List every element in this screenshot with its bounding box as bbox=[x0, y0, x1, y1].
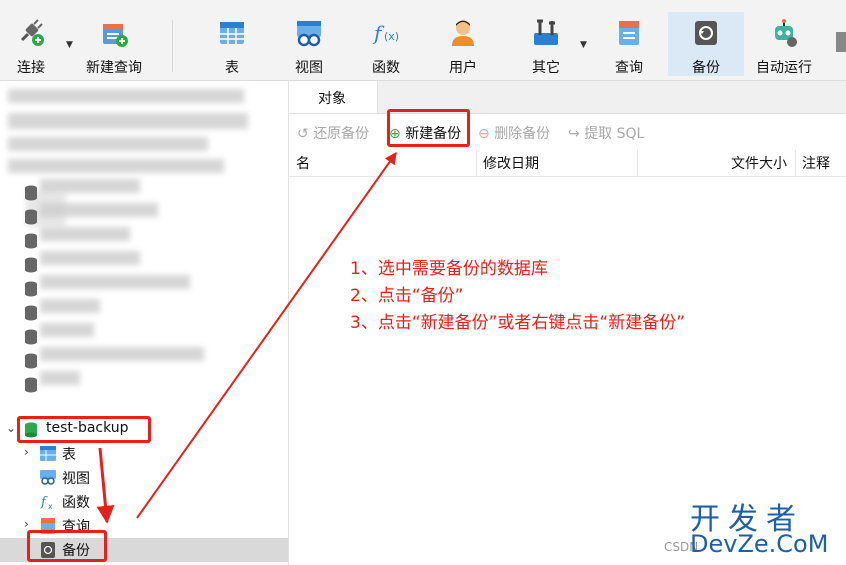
blurred-database[interactable] bbox=[40, 323, 94, 337]
chevron-right-icon[interactable]: › bbox=[24, 517, 29, 531]
view-button[interactable]: 视图 bbox=[282, 12, 336, 76]
tab-bar: 对象 bbox=[289, 81, 846, 114]
column-name[interactable]: 名 bbox=[296, 153, 310, 173]
view-icon bbox=[40, 470, 56, 485]
connect-button[interactable]: 连接 bbox=[4, 12, 58, 76]
blurred-database[interactable] bbox=[40, 251, 140, 265]
column-divider[interactable] bbox=[476, 150, 477, 176]
tree-item-tables[interactable]: › 表 bbox=[0, 442, 288, 466]
toolbar-overflow-icon[interactable] bbox=[832, 28, 846, 68]
delete-backup-button[interactable]: ⊖ 删除备份 bbox=[478, 123, 550, 143]
blurred-connection[interactable] bbox=[8, 159, 224, 173]
column-comment[interactable]: 注释 bbox=[802, 153, 830, 173]
svg-text:x: x bbox=[48, 502, 53, 510]
other-button[interactable]: 其它 bbox=[518, 12, 574, 76]
connect-label: 连接 bbox=[17, 60, 45, 76]
automation-label: 自动运行 bbox=[756, 60, 812, 76]
function-icon: f (x) bbox=[372, 21, 399, 45]
blurred-database[interactable] bbox=[40, 347, 204, 361]
highlight-backups-item bbox=[27, 530, 107, 562]
watermark-domain: DevZe.CoM bbox=[690, 530, 829, 558]
database-icon bbox=[25, 209, 37, 225]
tree-item-functions[interactable]: fx 函数 bbox=[0, 490, 288, 514]
user-icon bbox=[452, 20, 474, 46]
extract-icon: ↪ bbox=[568, 126, 580, 142]
function-icon: fx bbox=[40, 495, 53, 510]
blurred-connection[interactable] bbox=[8, 89, 244, 103]
backup-toolbar: ↺ 还原备份 ⊕ 新建备份 ⊖ 删除备份 ↪ 提取 SQL bbox=[289, 114, 846, 150]
menu-bar bbox=[0, 0, 846, 8]
table-icon bbox=[40, 446, 56, 461]
navigator-panel: ⌄ test-backup › 表 视图 fx 函数 › 查询 备份 bbox=[0, 81, 289, 565]
svg-text:f: f bbox=[40, 495, 48, 510]
query-icon bbox=[619, 21, 639, 45]
new-query-button[interactable]: 新建查询 bbox=[80, 12, 148, 76]
blurred-database[interactable] bbox=[40, 227, 130, 241]
tree-item-label: 表 bbox=[62, 447, 76, 463]
database-icon bbox=[25, 233, 37, 249]
user-label: 用户 bbox=[449, 60, 477, 76]
toolbar-separator bbox=[172, 20, 173, 72]
delete-backup-label: 删除备份 bbox=[494, 126, 551, 142]
table-button[interactable]: 表 bbox=[206, 12, 258, 76]
column-divider[interactable] bbox=[795, 150, 796, 176]
blurred-connection[interactable] bbox=[8, 113, 248, 129]
database-icon bbox=[25, 281, 37, 297]
function-label: 函数 bbox=[372, 60, 400, 76]
remove-icon: ⊖ bbox=[478, 126, 490, 142]
extract-sql-label: 提取 SQL bbox=[584, 126, 645, 142]
view-icon bbox=[297, 21, 321, 47]
annotation-step-1: 1、选中需要备份的数据库 bbox=[350, 259, 548, 279]
table-label: 表 bbox=[225, 60, 239, 76]
connect-dropdown-icon[interactable]: ▼ bbox=[66, 40, 73, 50]
database-icon bbox=[25, 185, 37, 201]
tab-objects-label: 对象 bbox=[318, 91, 346, 107]
automation-button[interactable]: 自动运行 bbox=[750, 12, 818, 76]
chevron-right-icon[interactable]: › bbox=[24, 445, 29, 459]
svg-text:(x): (x) bbox=[384, 30, 399, 43]
annotation-step-3: 3、点击“新建备份”或者右键点击“新建备份” bbox=[350, 313, 686, 333]
tools-icon bbox=[534, 19, 558, 45]
new-query-icon bbox=[103, 24, 128, 47]
restore-icon: ↺ bbox=[297, 126, 309, 142]
query-label: 查询 bbox=[615, 60, 643, 76]
restore-backup-label: 还原备份 bbox=[313, 126, 370, 142]
tree-item-label: 视图 bbox=[62, 471, 90, 487]
other-dropdown-icon[interactable]: ▼ bbox=[580, 40, 587, 50]
user-button[interactable]: 用户 bbox=[436, 12, 490, 76]
database-icon bbox=[25, 257, 37, 273]
blurred-connection[interactable] bbox=[8, 137, 208, 151]
column-modified[interactable]: 修改日期 bbox=[483, 153, 539, 173]
tree-item-views[interactable]: 视图 bbox=[0, 466, 288, 490]
function-button[interactable]: f (x) 函数 bbox=[358, 12, 414, 76]
other-label: 其它 bbox=[532, 60, 560, 76]
tree-item-label: 函数 bbox=[62, 495, 90, 511]
column-divider[interactable] bbox=[637, 150, 638, 176]
blurred-database[interactable] bbox=[40, 299, 100, 313]
column-header: 名 修改日期 文件大小 注释 bbox=[289, 150, 846, 177]
query-button[interactable]: 查询 bbox=[602, 12, 656, 76]
highlight-backup-tool bbox=[668, 12, 745, 80]
plug-icon bbox=[20, 19, 44, 46]
chevron-down-icon[interactable]: ⌄ bbox=[6, 421, 16, 435]
annotation-step-2: 2、点击“备份” bbox=[350, 286, 464, 306]
restore-backup-button[interactable]: ↺ 还原备份 bbox=[297, 123, 369, 143]
view-label: 视图 bbox=[295, 60, 323, 76]
extract-sql-button[interactable]: ↪ 提取 SQL bbox=[568, 123, 644, 143]
highlight-new-backup bbox=[387, 109, 470, 147]
database-icon bbox=[25, 329, 37, 345]
database-icon bbox=[25, 353, 37, 369]
blurred-database[interactable] bbox=[40, 371, 80, 385]
tab-objects[interactable]: 对象 bbox=[289, 81, 378, 113]
highlight-database bbox=[17, 416, 151, 443]
table-icon bbox=[220, 22, 244, 44]
database-icon bbox=[25, 305, 37, 321]
blurred-database[interactable] bbox=[40, 275, 190, 289]
column-size[interactable]: 文件大小 bbox=[731, 153, 787, 173]
new-query-label: 新建查询 bbox=[86, 60, 142, 76]
database-icon bbox=[25, 377, 37, 393]
robot-icon bbox=[775, 19, 797, 47]
